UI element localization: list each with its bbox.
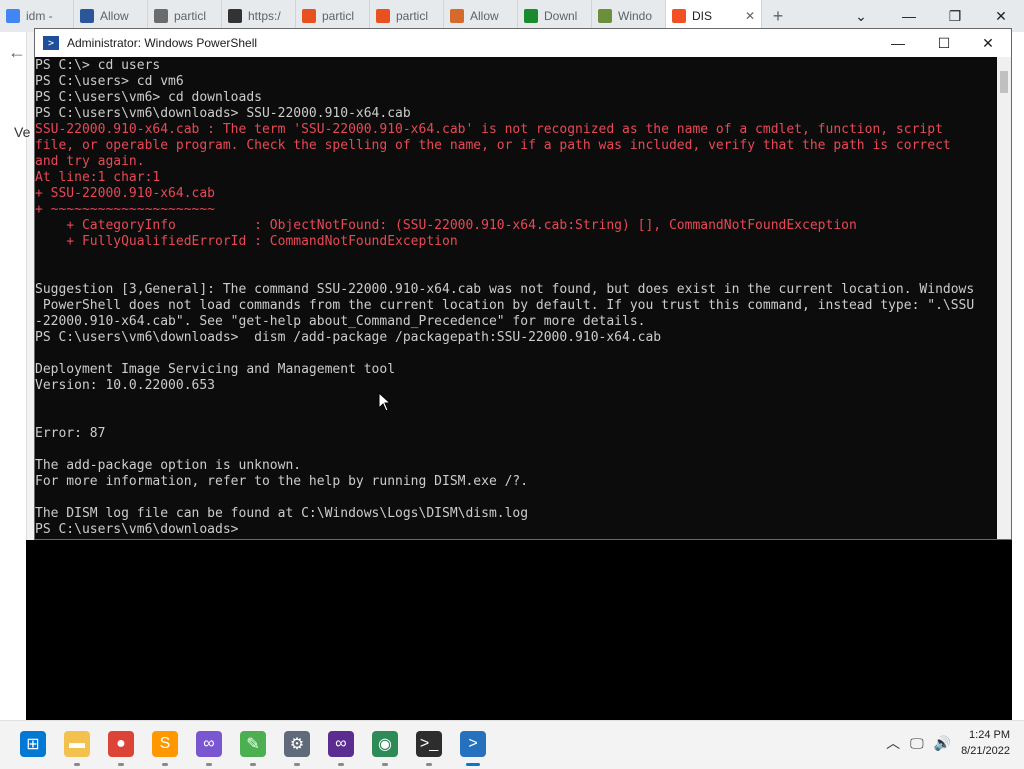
tab-label: https:/ [248,9,281,23]
terminal-line: PS C:\> cd users [35,58,161,73]
terminal-line: Suggestion [3,General]: The command SSU-… [35,282,975,297]
tab-favicon-icon [450,9,464,23]
clock-time: 1:24 PM [969,729,1010,741]
terminal-line: + ~~~~~~~~~~~~~~~~~~~~~ [35,202,216,217]
terminal-line: -22000.910-x64.cab". See "get-help about… [35,314,646,329]
clock-date: 8/21/2022 [961,745,1010,757]
tab-close-icon[interactable]: ✕ [745,9,755,23]
powershell-icon: > [43,36,59,50]
terminal-text: PS C:\> cd users PS C:\users> cd vm6 PS C:… [35,57,997,538]
chevron-up-icon[interactable]: ︿ [886,733,900,753]
tab-label: particl [396,9,429,23]
running-indicator [382,763,388,766]
tab-label: Allow [100,9,129,23]
terminal-line: SSU-22000.910-x64.cab : The term 'SSU-22… [35,122,943,137]
running-indicator [426,763,432,766]
tab-label: Allow [470,9,499,23]
taskbar: ⊞ ▬ ● S ∞ ✎ ⚙ ∞ ◉ >_ > ︿ 🖵 🔊 1:24 PM 8/21/2022 [0,720,1024,769]
terminal-line: Error: 87 [35,426,106,441]
tab-label: DIS [692,9,713,23]
terminal-line: The DISM log file can be found at C:\Win… [35,506,529,521]
tab-favicon-icon [228,9,242,23]
mouse-cursor-icon [378,392,392,412]
network-icon[interactable]: 🖵 [910,735,924,752]
terminal-line: + CategoryInfo : ObjectNotFound: (SSU-22… [35,218,857,233]
tab-favicon-icon [376,9,390,23]
running-indicator [118,763,124,766]
scrollbar-thumb[interactable] [1000,71,1008,93]
visual-studio-icon[interactable]: ∞ [196,731,222,757]
terminal-line: PS C:\users\vm6\downloads> [35,522,239,537]
powershell-icon[interactable]: > [460,731,486,757]
visual-studio-2-icon[interactable]: ∞ [328,731,354,757]
running-indicator [74,763,80,766]
network-globe-icon[interactable]: ◉ [372,731,398,757]
powershell-titlebar[interactable]: > Administrator: Windows PowerShell — ☐ … [35,29,1011,57]
tab-favicon-icon [302,9,316,23]
tab-favicon-icon [154,9,168,23]
vertical-scrollbar[interactable] [997,57,1011,539]
terminal-line: Deployment Image Servicing and Managemen… [35,362,396,377]
maximize-button[interactable]: ☐ [921,29,967,57]
tab-label: particl [174,9,207,23]
file-explorer-icon[interactable]: ▬ [64,731,90,757]
terminal-line: The add-package option is unknown. [35,458,302,473]
running-indicator [162,763,168,766]
running-indicator [338,763,344,766]
terminal-line: At line:1 char:1 [35,170,161,185]
tab-favicon-icon [80,9,94,23]
volume-icon[interactable]: 🔊 [934,735,951,752]
minimize-button[interactable]: — [875,29,921,57]
terminal-line: + FullyQualifiedErrorId : CommandNotFoun… [35,234,458,249]
chrome-icon[interactable]: ● [108,731,134,757]
back-arrow-icon[interactable]: ← [8,42,26,63]
tab-favicon-icon [672,9,686,23]
terminal-line: + SSU-22000.910-x64.cab [35,186,216,201]
tab-label: Downl [544,9,578,23]
tab-favicon-icon [524,9,538,23]
start-button[interactable]: ⊞ [20,731,46,757]
terminal-line: PS C:\users\vm6\downloads> dism /add-pac… [35,330,662,345]
running-indicator [466,763,480,766]
notepad-icon[interactable]: ✎ [240,731,266,757]
terminal-line: file, or operable program. Check the spe… [35,138,951,153]
running-indicator [250,763,256,766]
running-indicator [294,763,300,766]
terminal-icon[interactable]: >_ [416,731,442,757]
settings-icon[interactable]: ⚙ [284,731,310,757]
new-tab-button[interactable]: + [762,6,794,27]
powershell-window: > Administrator: Windows PowerShell — ☐ … [34,28,1012,540]
sublime-icon[interactable]: S [152,731,178,757]
page-partial-text: Ve [14,124,31,140]
terminal-line: and try again. [35,154,145,169]
terminal-line: PS C:\users> cd vm6 [35,74,184,89]
tab-label: Windo [618,9,653,23]
close-button[interactable]: ✕ [965,29,1011,57]
terminal-line: PS C:\users\vm6\downloads> SSU-22000.910… [35,106,411,121]
tab-label: idm - [26,9,53,23]
terminal-output[interactable]: PS C:\> cd users PS C:\users> cd vm6 PS C:… [35,57,997,539]
tab-favicon-icon [6,9,20,23]
system-tray: ︿ 🖵 🔊 1:24 PM 8/21/2022 [886,727,1010,759]
clock[interactable]: 1:24 PM 8/21/2022 [961,727,1010,759]
browser-content-right [1010,32,1024,720]
terminal-line: Version: 10.0.22000.653 [35,378,216,393]
tab-favicon-icon [598,9,612,23]
desktop-area [26,540,1012,720]
terminal-line: PS C:\users\vm6> cd downloads [35,90,262,105]
terminal-line: PowerShell does not load commands from t… [35,298,975,313]
window-title: Administrator: Windows PowerShell [67,36,258,50]
tab-label: particl [322,9,355,23]
running-indicator [206,763,212,766]
terminal-line: For more information, refer to the help … [35,474,529,489]
